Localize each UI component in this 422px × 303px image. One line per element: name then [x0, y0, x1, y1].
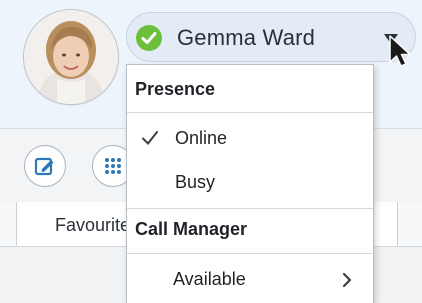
app-window: Gemma Ward Favourites Presence Online Bu…	[0, 0, 422, 303]
online-status-icon	[136, 25, 162, 51]
menu-divider	[127, 112, 373, 113]
menu-item-online[interactable]: Online	[127, 119, 373, 159]
user-name: Gemma Ward	[177, 25, 316, 50]
menu-divider	[127, 253, 373, 254]
avatar[interactable]	[24, 10, 118, 104]
compose-button[interactable]	[24, 145, 66, 187]
menu-divider	[127, 208, 373, 209]
menu-item-available[interactable]: Available	[127, 260, 373, 300]
call-manager-heading: Call Manager	[135, 219, 248, 239]
checkmark-icon	[142, 131, 158, 146]
menu-item-label: Available	[173, 269, 246, 289]
presence-dropdown-menu: Presence Online Busy Call Manager Availa…	[126, 64, 374, 303]
menu-item-busy[interactable]: Busy	[127, 163, 373, 203]
mouse-pointer-icon	[389, 35, 411, 67]
dialpad-icon	[105, 158, 121, 174]
avatar-photo	[24, 10, 118, 104]
menu-item-label: Busy	[175, 172, 216, 192]
compose-icon	[34, 157, 54, 176]
chevron-right-icon	[342, 272, 352, 288]
presence-heading: Presence	[135, 79, 216, 99]
menu-item-label: Online	[175, 128, 228, 148]
presence-selector[interactable]: Gemma Ward	[126, 12, 416, 62]
